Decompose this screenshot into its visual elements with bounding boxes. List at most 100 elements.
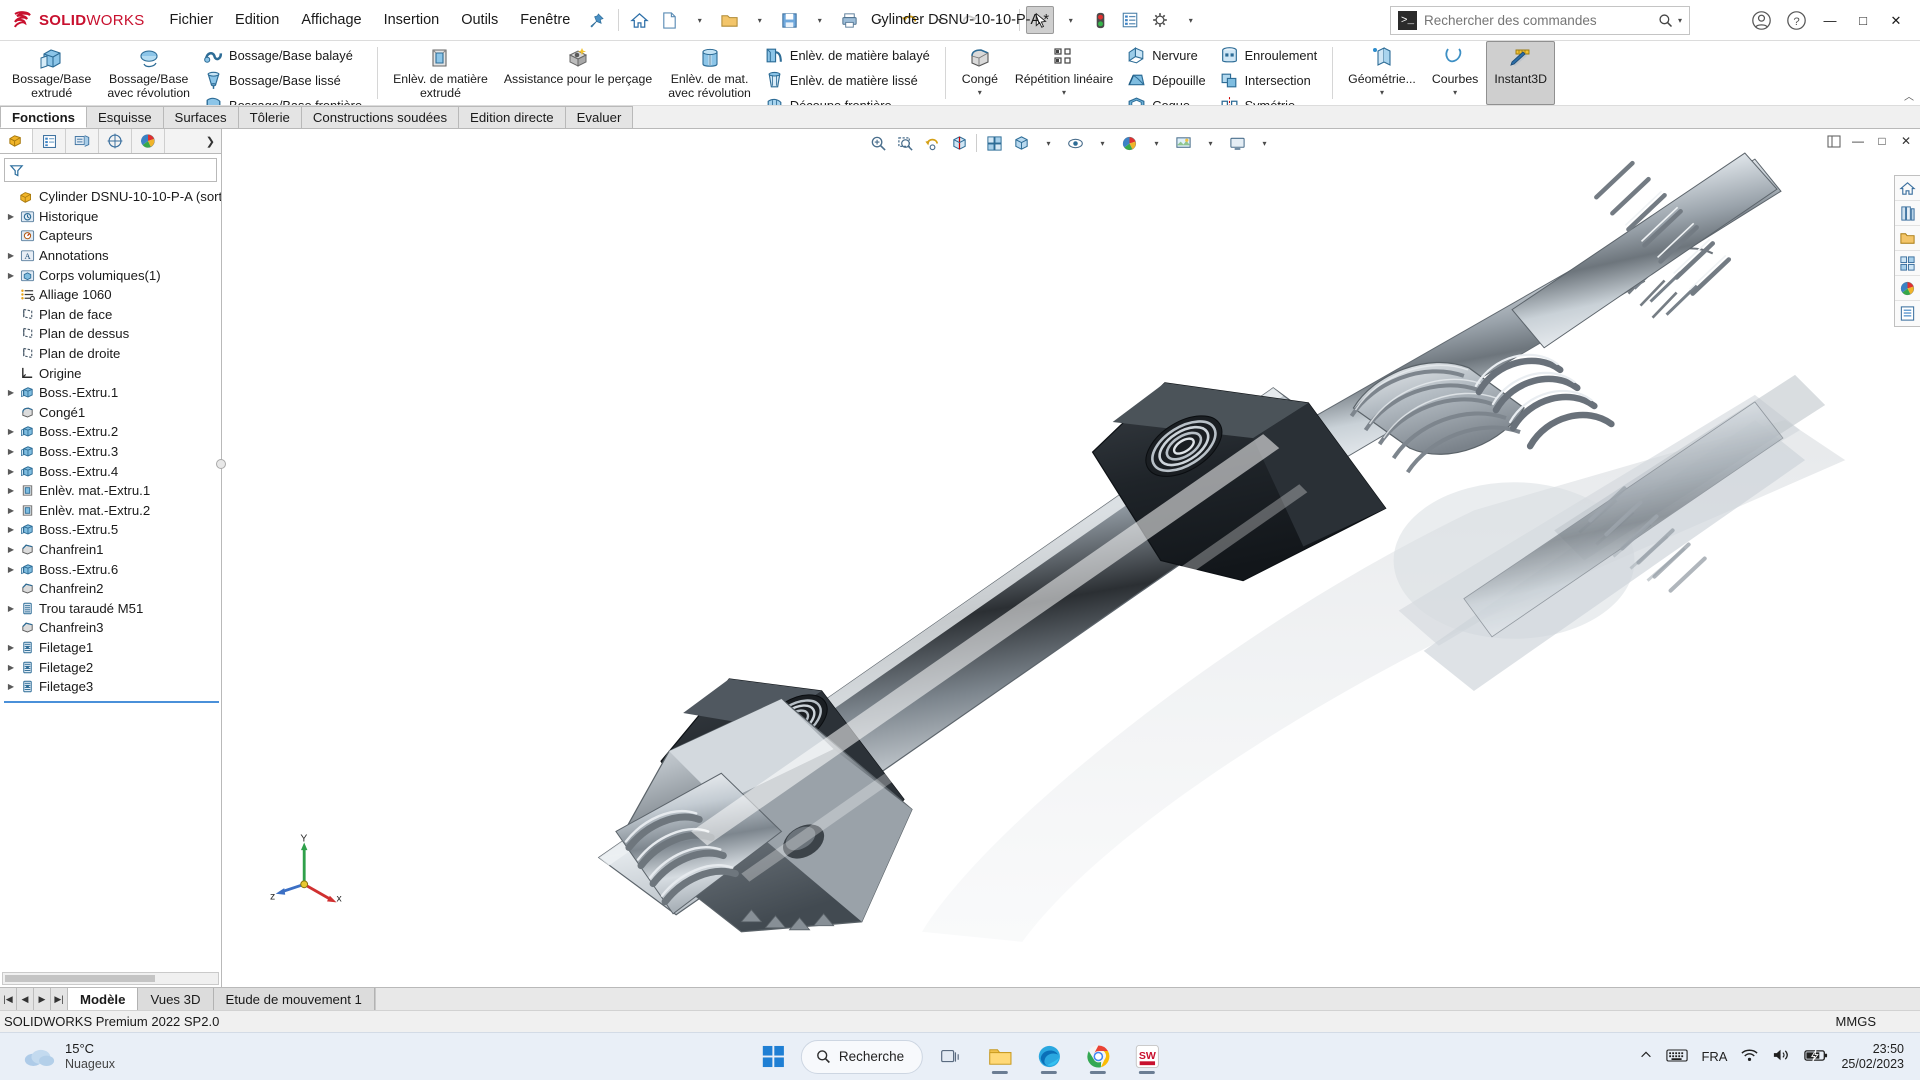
section-view-icon[interactable] xyxy=(946,131,972,155)
menu-item-outils[interactable]: Outils xyxy=(450,7,509,33)
expand-arrow-icon[interactable]: ▶ xyxy=(4,486,18,495)
menu-item-insertion[interactable]: Insertion xyxy=(373,7,451,33)
expand-arrow-icon[interactable]: ▶ xyxy=(4,447,18,456)
tree-item-chanfrein2[interactable]: Chanfrein2 xyxy=(2,579,221,599)
task-view-icon[interactable] xyxy=(930,1037,972,1077)
tree-item-plan-de-dessus[interactable]: Plan de dessus xyxy=(2,324,221,344)
tree-item-boss-extru-5[interactable]: ▶ Boss.-Extru.5 xyxy=(2,520,221,540)
swept-cut-button[interactable]: Enlèv. de matière balayé xyxy=(761,43,936,68)
tree-item-trou-taraud-m51[interactable]: ▶ Trou taraudé M51 xyxy=(2,598,221,618)
feature-tree-filter[interactable] xyxy=(4,158,217,182)
tree-item-enl-v-mat-extru-2[interactable]: ▶ Enlèv. mat.-Extru.2 xyxy=(2,501,221,521)
tab-edition-directe[interactable]: Edition directe xyxy=(458,106,566,128)
fillet-button[interactable]: Congé ▾ xyxy=(953,41,1007,105)
first-tab-button[interactable]: |◀ xyxy=(0,988,17,1010)
home-view-icon[interactable] xyxy=(1895,176,1920,201)
open-folder-dropdown[interactable]: ▾ xyxy=(745,6,773,34)
boundary-cut-button[interactable]: Découpe frontière xyxy=(761,93,936,105)
display-manager-tab[interactable] xyxy=(132,129,165,153)
tree-item-chanfrein1[interactable]: ▶ Chanfrein1 xyxy=(2,540,221,560)
hide-show-dropdown[interactable]: ▾ xyxy=(1089,131,1115,155)
tree-item-boss-extru-1[interactable]: ▶ Boss.-Extru.1 xyxy=(2,383,221,403)
property-manager-tab[interactable] xyxy=(33,129,66,153)
settings-dropdown[interactable]: ▾ xyxy=(1176,6,1204,34)
revolved-boss-button[interactable]: Bossage/Base avec révolution xyxy=(99,41,198,105)
dimxpert-manager-tab[interactable] xyxy=(99,129,132,153)
edge-icon[interactable] xyxy=(1028,1037,1070,1077)
help-icon[interactable]: ? xyxy=(1779,6,1813,36)
bottom-tab-modele[interactable]: Modèle xyxy=(68,988,139,1010)
file-explorer-icon[interactable] xyxy=(979,1037,1021,1077)
fillet-dropdown[interactable]: ▾ xyxy=(978,88,982,97)
tree-item-boss-extru-6[interactable]: ▶ Boss.-Extru.6 xyxy=(2,559,221,579)
status-units[interactable]: MMGS xyxy=(1836,1014,1876,1029)
select-dropdown[interactable]: ▾ xyxy=(1056,6,1084,34)
tree-item-corps-volumiques-1[interactable]: ▶ Corps volumiques(1) xyxy=(2,265,221,285)
minimize-window-icon[interactable]: — xyxy=(1848,131,1868,151)
redo-icon[interactable] xyxy=(955,6,983,34)
reference-geometry-dropdown[interactable]: ▾ xyxy=(1380,88,1384,97)
search-input[interactable] xyxy=(1424,13,1651,28)
close-window-icon[interactable]: ✕ xyxy=(1896,131,1916,151)
rollback-bar[interactable] xyxy=(4,701,219,704)
command-search-box[interactable]: >_ ▾ xyxy=(1390,6,1690,35)
shell-button[interactable]: Coque xyxy=(1123,93,1211,105)
tree-item-boss-extru-3[interactable]: ▶ Boss.-Extru.3 xyxy=(2,442,221,462)
maximize-button[interactable]: □ xyxy=(1847,6,1879,36)
keyboard-icon[interactable] xyxy=(1666,1048,1689,1066)
expand-arrow-icon[interactable]: ▶ xyxy=(4,271,18,280)
open-folder-icon[interactable] xyxy=(715,6,743,34)
instant3d-button[interactable]: Instant3D xyxy=(1486,41,1555,105)
pin-icon[interactable] xyxy=(589,12,604,28)
bottom-tab-vues-3d[interactable]: Vues 3D xyxy=(138,988,214,1010)
edit-appearance-icon[interactable] xyxy=(1116,131,1142,155)
tab-fonctions[interactable]: Fonctions xyxy=(0,106,88,128)
home-icon[interactable] xyxy=(625,6,653,34)
expand-arrow-icon[interactable]: ▶ xyxy=(4,427,18,436)
tree-item-plan-de-droite[interactable]: Plan de droite xyxy=(2,344,221,364)
ribbon-collapse-icon[interactable]: ︿ xyxy=(1904,88,1914,103)
revolved-cut-button[interactable]: Enlèv. de mat. avec révolution xyxy=(660,41,759,105)
options-list-icon[interactable] xyxy=(1116,6,1144,34)
apply-scene-icon[interactable] xyxy=(1170,131,1196,155)
tree-item-origine[interactable]: Origine xyxy=(2,363,221,383)
next-tab-button[interactable]: ▶ xyxy=(34,988,51,1010)
lofted-boss-button[interactable]: Bossage/Base lissé xyxy=(200,68,368,93)
wifi-icon[interactable] xyxy=(1740,1047,1759,1066)
windows-start-icon[interactable] xyxy=(752,1037,794,1077)
tree-item-plan-de-face[interactable]: Plan de face xyxy=(2,305,221,325)
expand-arrow-icon[interactable]: ▶ xyxy=(4,545,18,554)
tab-tolerie[interactable]: Tôlerie xyxy=(237,106,302,128)
tree-item-boss-extru-2[interactable]: ▶ Boss.-Extru.2 xyxy=(2,422,221,442)
mirror-button[interactable]: Symétrie xyxy=(1216,93,1324,105)
tab-constructions-soudees[interactable]: Constructions soudées xyxy=(300,106,460,128)
expand-arrow-icon[interactable]: ▶ xyxy=(4,643,18,652)
tree-item-enl-v-mat-extru-1[interactable]: ▶ Enlèv. mat.-Extru.1 xyxy=(2,481,221,501)
select-arrow-icon[interactable] xyxy=(1026,6,1055,34)
tree-item-alliage-1060[interactable]: Alliage 1060 xyxy=(2,285,221,305)
appearance-dropdown[interactable]: ▾ xyxy=(1143,131,1169,155)
overflow-chevron-icon[interactable] xyxy=(1639,1048,1653,1065)
expand-arrow-icon[interactable]: ▶ xyxy=(4,604,18,613)
taskbar-weather-widget[interactable]: 15°C Nuageux xyxy=(0,1041,115,1071)
cad-model-render[interactable] xyxy=(222,129,1920,987)
linear-pattern-dropdown[interactable]: ▾ xyxy=(1062,88,1066,97)
intersect-button[interactable]: Intersection xyxy=(1216,68,1324,93)
redo-dropdown[interactable]: ▾ xyxy=(985,6,1013,34)
taskbar-clock[interactable]: 23:50 25/02/2023 xyxy=(1841,1042,1910,1072)
minimize-button[interactable]: — xyxy=(1814,6,1846,36)
feature-tree-tab[interactable] xyxy=(0,129,33,153)
save-icon[interactable] xyxy=(775,6,803,34)
zoom-to-fit-icon[interactable] xyxy=(865,131,891,155)
wrap-button[interactable]: Enroulement xyxy=(1216,43,1324,68)
view-orientation-icon[interactable] xyxy=(981,131,1007,155)
display-style-dropdown[interactable]: ▾ xyxy=(1035,131,1061,155)
tree-item-historique[interactable]: ▶ Historique xyxy=(2,207,221,227)
boundary-boss-button[interactable]: Bossage/Base frontière xyxy=(200,93,368,105)
chevron-down-icon[interactable]: ▾ xyxy=(1678,16,1682,25)
extruded-boss-button[interactable]: Bossage/Base extrudé xyxy=(4,41,99,105)
bottom-tab-etude-mouvement[interactable]: Etude de mouvement 1 xyxy=(213,988,375,1010)
close-button[interactable]: ✕ xyxy=(1880,6,1912,36)
expand-arrow-icon[interactable]: ▶ xyxy=(4,525,18,534)
new-document-dropdown[interactable]: ▾ xyxy=(685,6,713,34)
